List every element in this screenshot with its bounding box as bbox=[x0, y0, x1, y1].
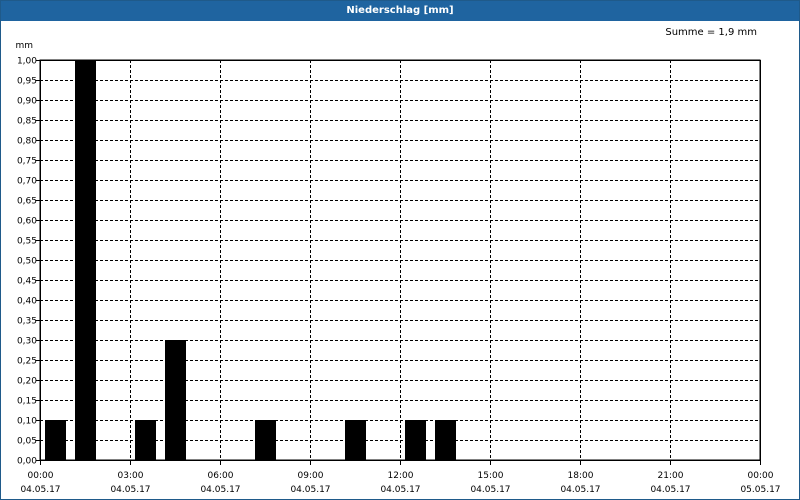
y-tick-label: 0,55 bbox=[17, 237, 37, 247]
x-tick-date-label: 04.05.17 bbox=[20, 485, 60, 495]
x-tick-time-label: 06:00 bbox=[208, 471, 234, 481]
y-tick-label: 0,45 bbox=[17, 277, 37, 287]
y-tick-label: 1,00 bbox=[17, 57, 37, 67]
y-tick-label: 0,95 bbox=[17, 77, 37, 87]
x-tick-time-label: 21:00 bbox=[658, 471, 684, 481]
y-tick-label: 0,40 bbox=[17, 297, 37, 307]
x-tick-date-label: 04.05.17 bbox=[650, 485, 690, 495]
y-tick-label: 0,15 bbox=[17, 397, 37, 407]
precipitation-bar bbox=[75, 60, 96, 460]
y-tick-label: 0,70 bbox=[17, 177, 37, 187]
y-tick-label: 0,85 bbox=[17, 117, 37, 127]
x-tick-date-label: 04.05.17 bbox=[290, 485, 330, 495]
x-tick-date-label: 04.05.17 bbox=[200, 485, 240, 495]
y-tick-label: 0,80 bbox=[17, 137, 37, 147]
y-tick-label: 0,90 bbox=[17, 97, 37, 107]
precipitation-bar bbox=[345, 420, 366, 460]
precipitation-bar bbox=[45, 420, 66, 460]
y-tick-label: 0,05 bbox=[17, 437, 37, 447]
y-tick-label: 0,00 bbox=[17, 457, 37, 467]
x-tick-date-label: 05.05.17 bbox=[740, 485, 780, 495]
x-tick-date-label: 04.05.17 bbox=[380, 485, 420, 495]
x-tick-date-label: 04.05.17 bbox=[470, 485, 510, 495]
x-tick-time-label: 12:00 bbox=[388, 471, 414, 481]
y-tick-label: 0,25 bbox=[17, 357, 37, 367]
precipitation-bar bbox=[255, 420, 276, 460]
precipitation-bar bbox=[165, 340, 186, 460]
x-tick-time-label: 15:00 bbox=[478, 471, 504, 481]
precipitation-bar bbox=[405, 420, 426, 460]
y-tick-label: 0,75 bbox=[17, 157, 37, 167]
precipitation-chart: 0,00 0,05 0,10 0,15 0,20 0,25 0,30 0,35 0,40 0,45… bbox=[15, 41, 780, 495]
y-axis-label: mm bbox=[15, 41, 33, 51]
y-tick-label: 0,35 bbox=[17, 317, 37, 327]
y-tick-label: 0,30 bbox=[17, 337, 37, 347]
precipitation-bar bbox=[135, 420, 156, 460]
x-tick-time-label: 00:00 bbox=[28, 471, 54, 481]
y-tick-label: 0,65 bbox=[17, 197, 37, 207]
x-tick-time-label: 00:00 bbox=[748, 471, 774, 481]
y-tick-label: 0,50 bbox=[17, 257, 37, 267]
x-tick-time-label: 18:00 bbox=[568, 471, 594, 481]
y-tick-label: 0,10 bbox=[17, 417, 37, 427]
x-tick-date-label: 04.05.17 bbox=[560, 485, 600, 495]
precipitation-bar bbox=[435, 420, 456, 460]
y-tick-label: 0,20 bbox=[17, 377, 37, 387]
y-tick-label: 0,60 bbox=[17, 217, 37, 227]
x-tick-time-label: 09:00 bbox=[298, 471, 324, 481]
x-tick-time-label: 03:00 bbox=[118, 471, 144, 481]
x-tick-date-label: 04.05.17 bbox=[110, 485, 150, 495]
